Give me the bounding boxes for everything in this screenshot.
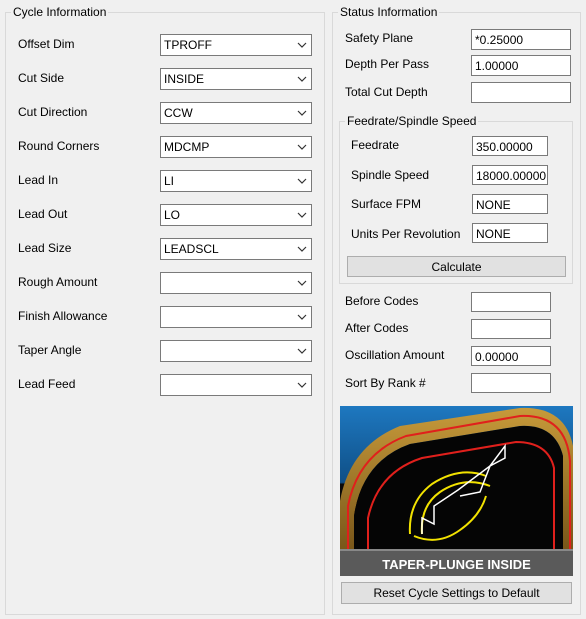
units-per-revolution-input[interactable]: NONE bbox=[472, 223, 548, 243]
lead-out-value: LO bbox=[164, 208, 181, 222]
taper-angle-label: Taper Angle bbox=[18, 343, 82, 357]
after-codes-label: After Codes bbox=[345, 321, 409, 335]
preview-caption: TAPER-PLUNGE INSIDE bbox=[382, 557, 531, 572]
offset-dim-select[interactable]: TPROFF bbox=[160, 34, 312, 56]
cut-direction-select[interactable]: CCW bbox=[160, 102, 312, 124]
depth-per-pass-input[interactable]: 1.00000 bbox=[471, 55, 571, 76]
chevron-down-icon bbox=[297, 348, 307, 354]
lead-in-select[interactable]: LI bbox=[160, 170, 312, 192]
spindle-speed-input[interactable]: 18000.00000 bbox=[472, 165, 548, 185]
safety-plane-input[interactable]: *0.25000 bbox=[471, 29, 571, 50]
lead-out-label: Lead Out bbox=[18, 207, 68, 221]
oscillation-amount-input[interactable]: 0.00000 bbox=[471, 346, 551, 366]
status-information-title: Status Information bbox=[338, 5, 440, 19]
chevron-down-icon bbox=[297, 314, 307, 320]
feedrate-spindle-title: Feedrate/Spindle Speed bbox=[345, 114, 479, 128]
surface-fpm-input[interactable]: NONE bbox=[472, 194, 548, 214]
units-per-revolution-label: Units Per Revolution bbox=[351, 227, 461, 241]
lead-size-select[interactable]: LEADSCL bbox=[160, 238, 312, 260]
surface-fpm-value: NONE bbox=[476, 198, 511, 212]
total-cut-depth-label: Total Cut Depth bbox=[345, 85, 428, 99]
safety-plane-label: Safety Plane bbox=[345, 31, 414, 45]
lead-out-select[interactable]: LO bbox=[160, 204, 312, 226]
before-codes-label: Before Codes bbox=[345, 294, 419, 308]
round-corners-value: MDCMP bbox=[164, 140, 210, 154]
reset-cycle-settings-button[interactable]: Reset Cycle Settings to Default bbox=[341, 582, 572, 604]
finish-allowance-label: Finish Allowance bbox=[18, 309, 108, 323]
cut-direction-label: Cut Direction bbox=[18, 105, 88, 119]
chevron-down-icon bbox=[297, 382, 307, 388]
chevron-down-icon bbox=[297, 110, 307, 116]
surface-fpm-label: Surface FPM bbox=[351, 197, 422, 211]
chevron-down-icon bbox=[297, 144, 307, 150]
before-codes-input[interactable] bbox=[471, 292, 551, 312]
chevron-down-icon bbox=[297, 76, 307, 82]
finish-allowance-select[interactable] bbox=[160, 306, 312, 328]
depth-per-pass-label: Depth Per Pass bbox=[345, 57, 430, 71]
chevron-down-icon bbox=[297, 212, 307, 218]
lead-feed-select[interactable] bbox=[160, 374, 312, 396]
lead-feed-label: Lead Feed bbox=[18, 377, 76, 391]
feedrate-label: Feedrate bbox=[351, 138, 400, 152]
sort-by-rank-label: Sort By Rank # bbox=[345, 376, 426, 390]
rough-amount-label: Rough Amount bbox=[18, 275, 98, 289]
total-cut-depth-input[interactable] bbox=[471, 82, 571, 103]
rough-amount-select[interactable] bbox=[160, 272, 312, 294]
spindle-speed-value: 18000.00000 bbox=[476, 169, 547, 183]
sort-by-rank-input[interactable] bbox=[471, 373, 551, 393]
cycle-information-title: Cycle Information bbox=[11, 5, 109, 19]
feedrate-value: 350.00000 bbox=[476, 140, 533, 154]
lead-in-value: LI bbox=[164, 174, 175, 188]
cut-direction-value: CCW bbox=[164, 106, 193, 120]
round-corners-select[interactable]: MDCMP bbox=[160, 136, 312, 158]
chevron-down-icon bbox=[297, 42, 307, 48]
lead-size-value: LEADSCL bbox=[164, 242, 219, 256]
lead-in-label: Lead In bbox=[18, 173, 59, 187]
round-corners-label: Round Corners bbox=[18, 139, 100, 153]
depth-per-pass-value: 1.00000 bbox=[475, 59, 519, 73]
after-codes-input[interactable] bbox=[471, 319, 551, 339]
feedrate-input[interactable]: 350.00000 bbox=[472, 136, 548, 156]
chevron-down-icon bbox=[297, 280, 307, 286]
cycle-preview-image: TAPER-PLUNGE INSIDE bbox=[340, 406, 573, 576]
chevron-down-icon bbox=[297, 178, 307, 184]
taper-angle-select[interactable] bbox=[160, 340, 312, 362]
cut-side-select[interactable]: INSIDE bbox=[160, 68, 312, 90]
cut-side-value: INSIDE bbox=[164, 72, 205, 86]
units-per-revolution-value: NONE bbox=[476, 227, 511, 241]
oscillation-amount-value: 0.00000 bbox=[475, 350, 519, 364]
oscillation-amount-label: Oscillation Amount bbox=[345, 348, 445, 362]
safety-plane-value: *0.25000 bbox=[475, 33, 524, 47]
offset-dim-label: Offset Dim bbox=[18, 37, 75, 51]
cut-side-label: Cut Side bbox=[18, 71, 65, 85]
calculate-button[interactable]: Calculate bbox=[347, 256, 566, 277]
taper-plunge-illustration: TAPER-PLUNGE INSIDE bbox=[340, 406, 573, 576]
offset-dim-value: TPROFF bbox=[164, 38, 212, 52]
lead-size-label: Lead Size bbox=[18, 241, 72, 255]
spindle-speed-label: Spindle Speed bbox=[351, 168, 430, 182]
chevron-down-icon bbox=[297, 246, 307, 252]
